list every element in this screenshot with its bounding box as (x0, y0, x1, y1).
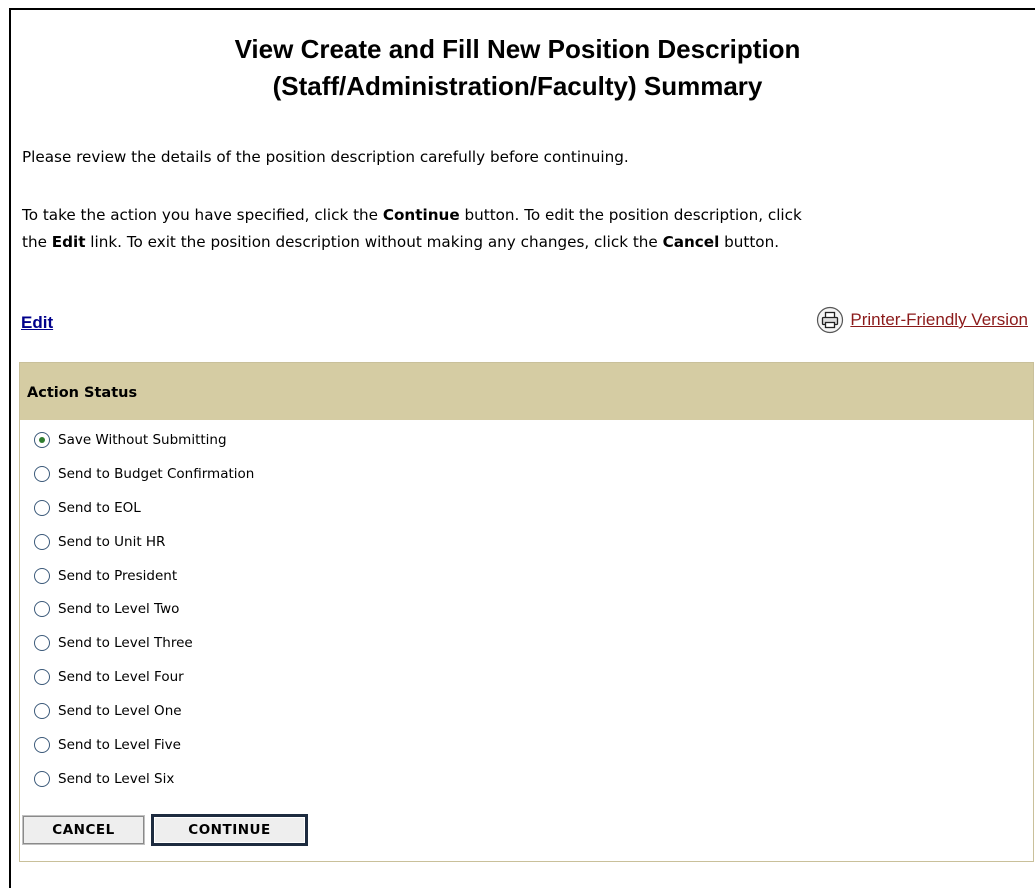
radio-label: Send to Unit HR (58, 534, 166, 550)
page-title-line-2: (Staff/Administration/Faculty) Summary (272, 71, 763, 101)
intro-paragraph-instructions-line-1: To take the action you have specified, c… (22, 202, 1032, 229)
radio-option-send-to-level-five[interactable]: Send to Level Five (34, 731, 181, 759)
radio-label: Send to Level Four (58, 669, 184, 685)
radio-label: Send to Budget Confirmation (58, 466, 255, 482)
radio-option-send-to-budget-confirmation[interactable]: Send to Budget Confirmation (34, 460, 254, 488)
intro-text: the (22, 233, 52, 251)
intro-emphasis-cancel: Cancel (662, 233, 720, 251)
radio-button[interactable] (34, 669, 50, 685)
continue-button[interactable]: CONTINUE (151, 814, 308, 846)
radio-label: Send to EOL (58, 500, 141, 516)
printer-friendly-link[interactable]: Printer-Friendly Version (816, 306, 1028, 334)
page-title-line-1: View Create and Fill New Position Descri… (234, 34, 801, 64)
intro-paragraph-instructions-line-2: the Edit link. To exit the position desc… (22, 229, 1032, 256)
intro-text: To take the action you have specified, c… (22, 206, 383, 224)
action-status-header: Action Status (20, 363, 1033, 420)
radio-label: Send to Level Six (58, 771, 175, 787)
intro-text: button. To edit the position description… (459, 206, 802, 224)
printer-icon[interactable] (816, 306, 844, 334)
action-status-title: Action Status (27, 385, 138, 401)
radio-label: Send to Level One (58, 703, 182, 719)
cancel-button[interactable]: CANCEL (22, 815, 145, 845)
radio-label: Send to Level Two (58, 601, 180, 617)
intro-text: Please review the details of the positio… (22, 148, 629, 166)
radio-button[interactable] (34, 568, 50, 584)
continue-button-label[interactable]: CONTINUE (154, 817, 305, 843)
radio-label: Send to Level Three (58, 635, 193, 651)
radio-option-send-to-level-three[interactable]: Send to Level Three (34, 629, 193, 657)
radio-option-send-to-level-six[interactable]: Send to Level Six (34, 765, 174, 793)
printer-friendly-label[interactable]: Printer-Friendly Version (850, 310, 1028, 330)
radio-button[interactable] (34, 534, 50, 550)
radio-option-send-to-level-four[interactable]: Send to Level Four (34, 663, 184, 691)
radio-button[interactable] (34, 500, 50, 516)
radio-label: Send to President (58, 568, 178, 584)
radio-option-send-to-level-one[interactable]: Send to Level One (34, 697, 182, 725)
radio-label: Send to Level Five (58, 737, 181, 753)
radio-label: Save Without Submitting (58, 432, 227, 448)
radio-button[interactable] (34, 432, 50, 448)
radio-option-send-to-eol[interactable]: Send to EOL (34, 494, 141, 522)
radio-button[interactable] (34, 771, 50, 787)
intro-emphasis-edit: Edit (51, 233, 86, 251)
radio-button[interactable] (34, 737, 50, 753)
intro-text: button. (719, 233, 780, 251)
radio-button[interactable] (34, 466, 50, 482)
radio-option-send-to-president[interactable]: Send to President (34, 562, 177, 590)
intro-paragraph-review: Please review the details of the positio… (22, 144, 1032, 171)
radio-option-send-to-level-two[interactable]: Send to Level Two (34, 595, 179, 623)
radio-button[interactable] (34, 635, 50, 651)
radio-button[interactable] (34, 703, 50, 719)
edit-link[interactable]: Edit (21, 313, 53, 333)
intro-text: link. To exit the position description w… (85, 233, 663, 251)
radio-option-save-without-submitting[interactable]: Save Without Submitting (34, 426, 227, 454)
radio-button[interactable] (34, 601, 50, 617)
intro-emphasis-continue: Continue (382, 206, 460, 224)
radio-option-send-to-unit-hr[interactable]: Send to Unit HR (34, 528, 165, 556)
action-status-panel: Action Status Save Without Submitting Se… (19, 362, 1034, 862)
